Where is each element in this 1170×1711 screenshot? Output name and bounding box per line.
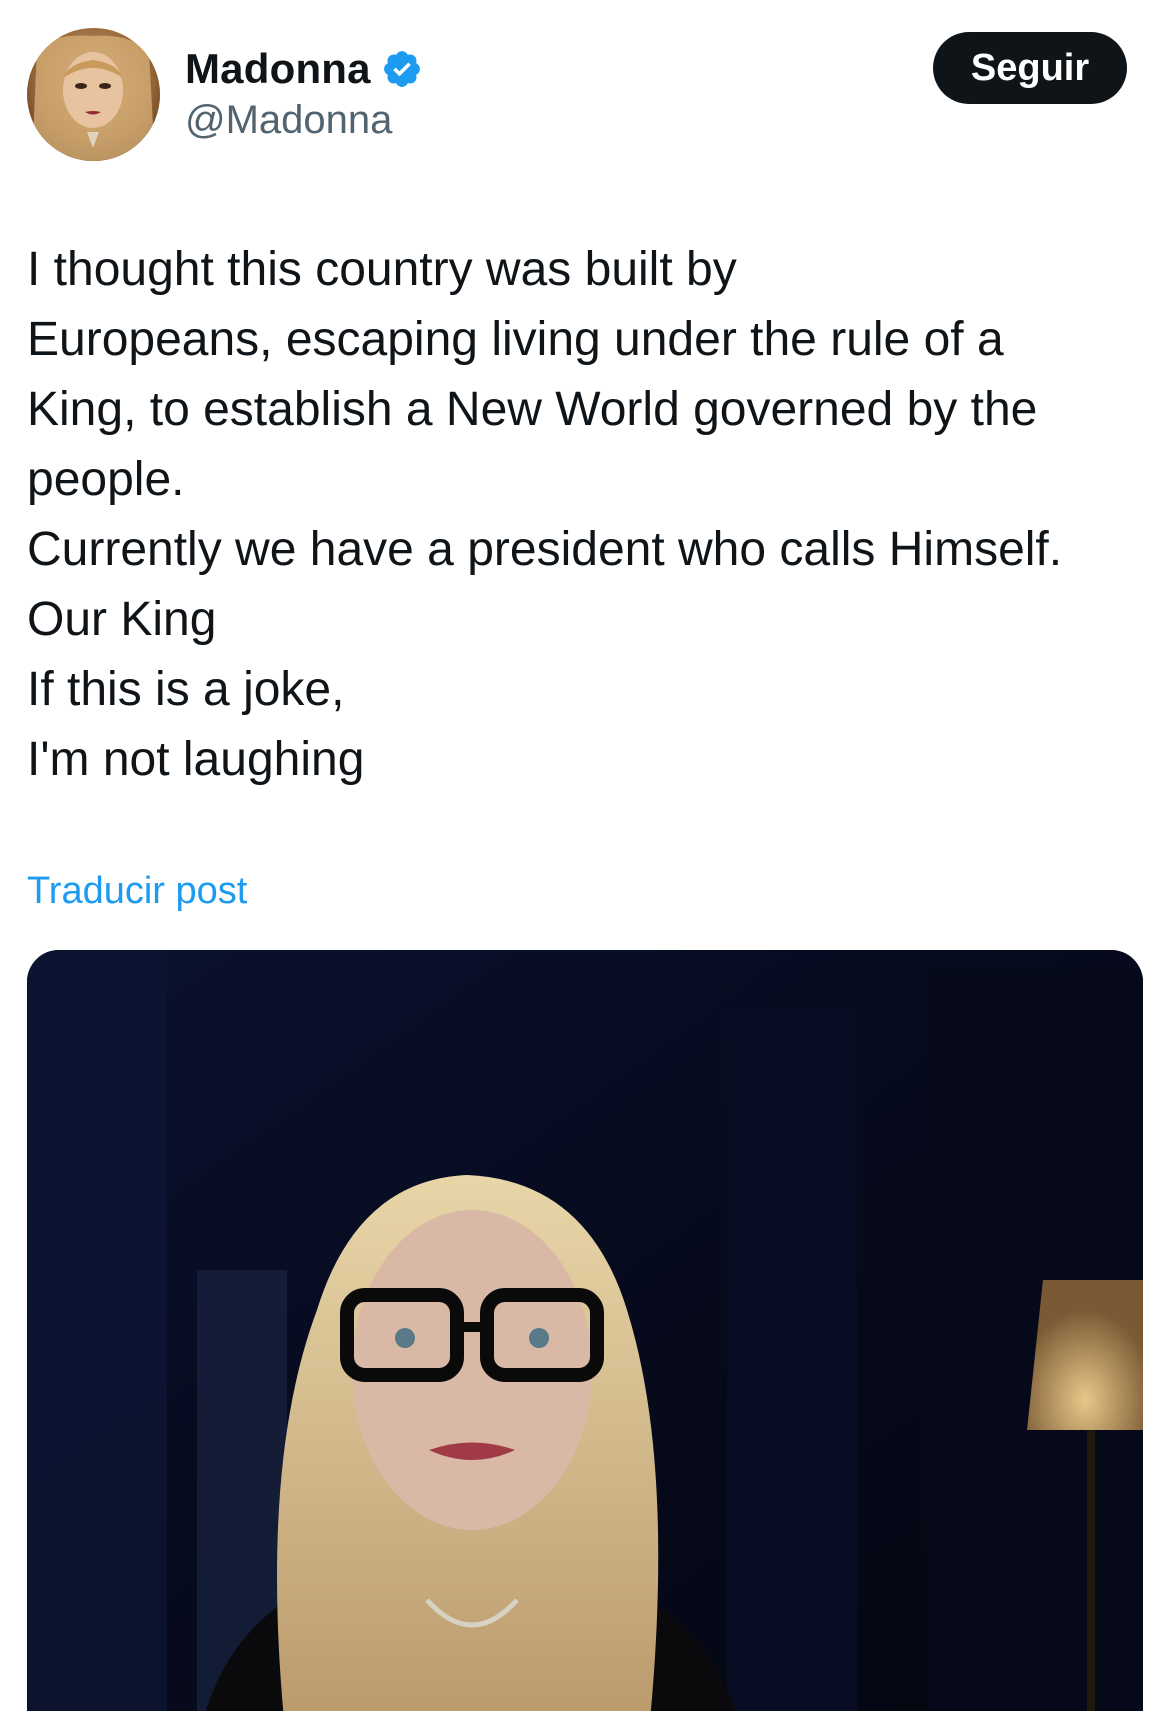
avatar[interactable] — [27, 28, 160, 161]
post-text-line: people. — [27, 453, 185, 506]
author-handle[interactable]: @Madonna — [185, 98, 392, 143]
name-row: Madonna — [185, 44, 423, 94]
post-text-line: Our King — [27, 593, 217, 646]
post-text: I thought this country was built by Euro… — [27, 235, 1147, 795]
post-text-line: I'm not laughing — [27, 733, 365, 786]
post-text-line: I thought this country was built by — [27, 243, 737, 296]
avatar-image — [27, 28, 160, 161]
post-page: Madonna @Madonna Seguir I thought this c… — [0, 0, 1170, 1711]
post-text-line: Currently we have a president who calls … — [27, 523, 1063, 576]
verified-badge-icon — [381, 48, 423, 90]
post-text-line: King, to establish a New World governed … — [27, 383, 1038, 436]
photo-illustration — [27, 950, 1143, 1711]
post-header: Madonna @Madonna Seguir — [27, 28, 1127, 163]
post-text-line: If this is a joke, — [27, 663, 345, 716]
author-name[interactable]: Madonna — [185, 45, 371, 93]
post-text-line: Europeans, escaping living under the rul… — [27, 313, 1004, 366]
follow-button[interactable]: Seguir — [933, 32, 1127, 104]
post-media-image[interactable] — [27, 950, 1143, 1711]
translate-post-link[interactable]: Traducir post — [27, 870, 247, 913]
